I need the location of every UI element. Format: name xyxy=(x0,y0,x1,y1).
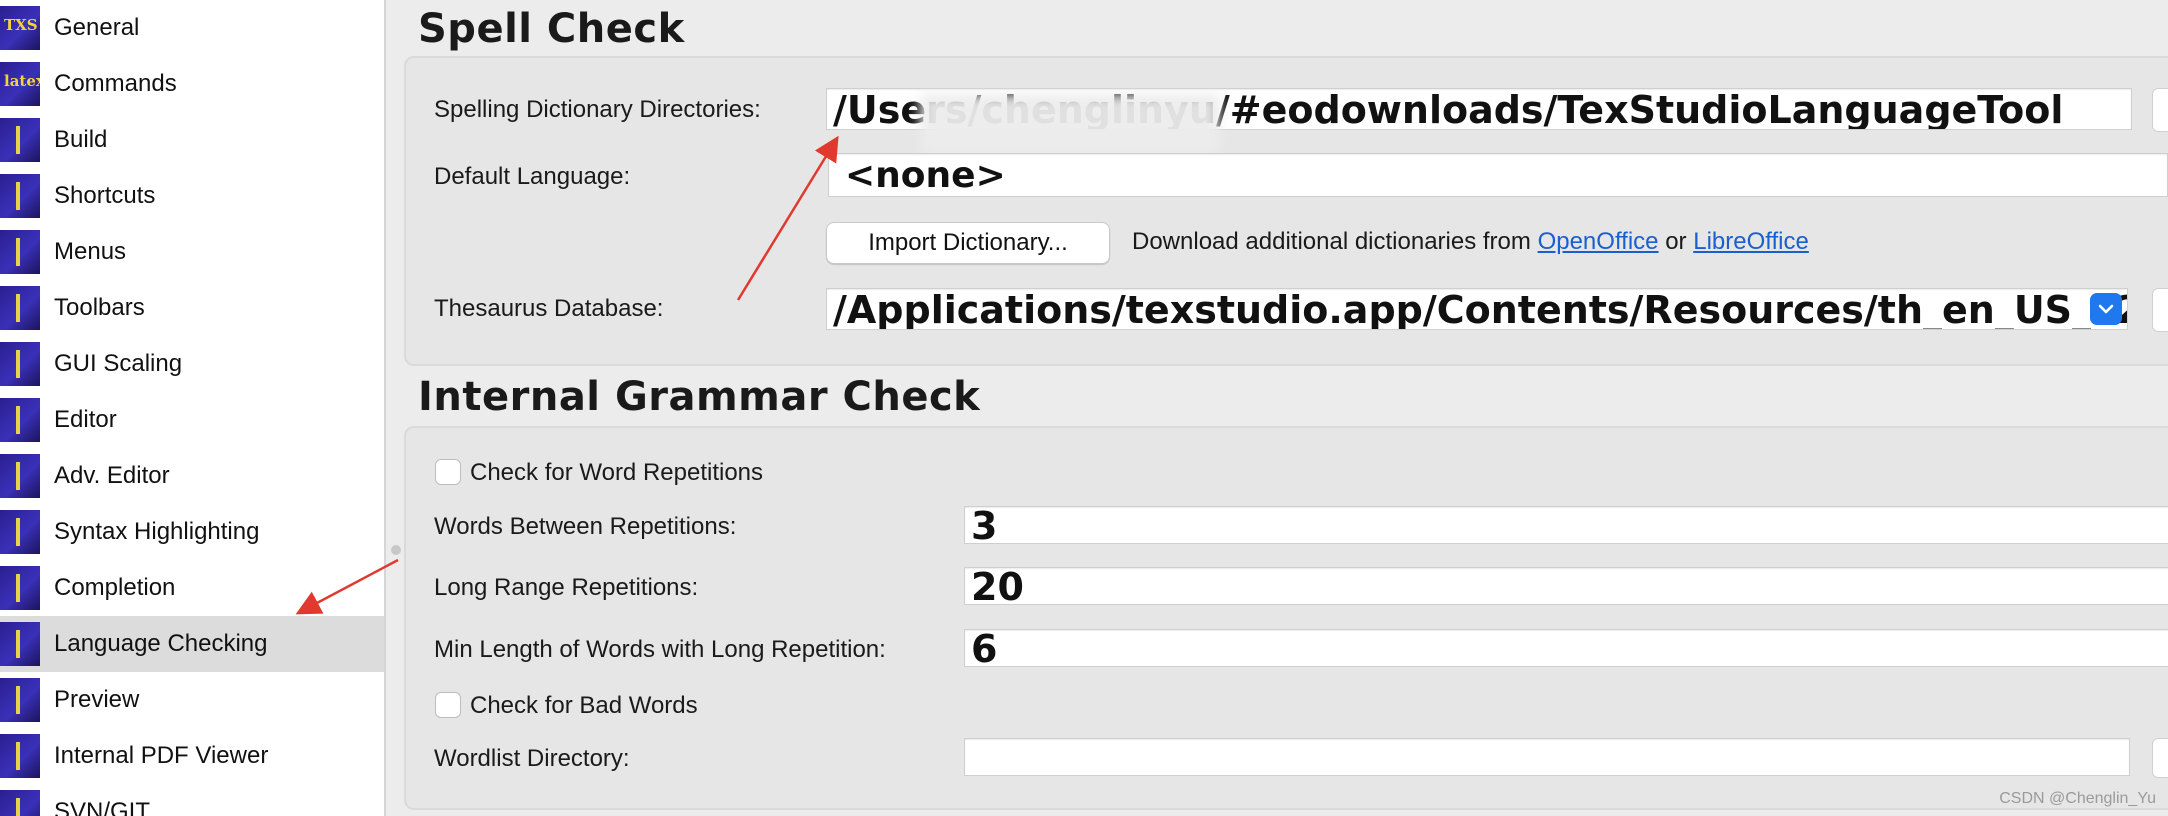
icon-mark xyxy=(16,182,20,210)
default-language-select[interactable]: <none> xyxy=(828,153,2168,197)
icon-mark xyxy=(16,238,20,266)
sidebar-item-label: Preview xyxy=(54,686,140,713)
sidebar-item-label: Build xyxy=(54,126,108,153)
libreoffice-link[interactable]: LibreOffice xyxy=(1693,228,1809,255)
language-icon xyxy=(0,622,40,666)
default-language-label: Default Language: xyxy=(434,163,631,190)
sidebar-item-label: General xyxy=(54,14,140,41)
menu-icon xyxy=(0,230,40,274)
editor-icon xyxy=(0,398,40,442)
settings-sidebar: TXS General latex Commands Build Shortcuts Men… xyxy=(0,0,386,816)
icon-mark xyxy=(16,406,20,434)
sidebar-item-svn-git[interactable]: SVN/GIT xyxy=(0,784,384,816)
check-repetitions-checkbox[interactable] xyxy=(435,459,461,485)
min-length-label: Min Length of Words with Long Repetition… xyxy=(434,636,886,663)
sidebar-item-commands[interactable]: latex Commands xyxy=(0,56,384,112)
wordlist-directory-label: Wordlist Directory: xyxy=(434,745,630,772)
check-repetitions-label: Check for Word Repetitions xyxy=(470,459,764,486)
sidebar-item-label: Language Checking xyxy=(54,630,268,657)
syntax-icon xyxy=(0,510,40,554)
min-length-input[interactable]: 6 xyxy=(964,629,2168,667)
sidebar-item-label: Shortcuts xyxy=(54,182,156,209)
sidebar-item-label: Adv. Editor xyxy=(54,462,170,489)
icon-mark xyxy=(16,462,20,490)
long-range-label: Long Range Repetitions: xyxy=(434,574,699,601)
sidebar-item-menus[interactable]: Menus xyxy=(0,224,384,280)
thesaurus-database-combo[interactable]: /Applications/texstudio.app/Contents/Res… xyxy=(826,288,2128,330)
icon-mark xyxy=(16,350,20,378)
check-bad-words-label: Check for Bad Words xyxy=(470,692,698,719)
latex-icon: latex xyxy=(0,62,40,106)
icon-mark xyxy=(16,518,20,546)
icon-mark xyxy=(16,742,20,770)
sidebar-item-label: GUI Scaling xyxy=(54,350,183,377)
sidebar-item-label: Toolbars xyxy=(54,294,145,321)
chevron-down-icon xyxy=(2098,304,2114,314)
sidebar-item-preview[interactable]: Preview xyxy=(0,672,384,728)
grammar-check-title: Internal Grammar Check xyxy=(418,374,981,420)
preview-icon xyxy=(0,678,40,722)
icon-mark xyxy=(16,574,20,602)
sidebar-item-label: Editor xyxy=(54,406,117,433)
sidebar-item-label: Internal PDF Viewer xyxy=(54,742,269,769)
sidebar-item-completion[interactable]: Completion xyxy=(0,560,384,616)
splitter-handle[interactable] xyxy=(391,545,401,555)
icon-mark xyxy=(16,294,20,322)
spell-check-title: Spell Check xyxy=(418,6,685,52)
sidebar-item-label: Syntax Highlighting xyxy=(54,518,260,545)
icon-glyph: TXS xyxy=(4,16,38,34)
sidebar-item-syntax-highlighting[interactable]: Syntax Highlighting xyxy=(0,504,384,560)
gui-scaling-icon xyxy=(0,342,40,386)
sidebar-item-general[interactable]: TXS General xyxy=(0,0,384,56)
download-dictionaries-text: Download additional dictionaries from Op… xyxy=(1132,228,1809,256)
openoffice-link[interactable]: OpenOffice xyxy=(1538,228,1659,255)
build-icon xyxy=(0,118,40,162)
sidebar-item-label: Menus xyxy=(54,238,127,265)
wordlist-directory-input[interactable] xyxy=(964,738,2130,776)
sidebar-item-build[interactable]: Build xyxy=(0,112,384,168)
icon-glyph: latex xyxy=(4,72,40,90)
sidebar-item-label: SVN/GIT xyxy=(54,798,151,816)
sidebar-item-label: Commands xyxy=(54,70,177,97)
dictionary-directories-label: Spelling Dictionary Directories: xyxy=(434,96,761,123)
redaction-blur xyxy=(920,94,1220,154)
icon-mark xyxy=(16,630,20,658)
words-between-input[interactable]: 3 xyxy=(964,506,2168,544)
sidebar-item-toolbars[interactable]: Toolbars xyxy=(0,280,384,336)
sidebar-item-internal-pdf-viewer[interactable]: Internal PDF Viewer xyxy=(0,728,384,784)
sidebar-item-language-checking[interactable]: Language Checking xyxy=(0,616,384,672)
words-between-label: Words Between Repetitions: xyxy=(434,513,737,540)
sidebar-item-adv-editor[interactable]: Adv. Editor xyxy=(0,448,384,504)
or-text: or xyxy=(1658,228,1694,255)
thesaurus-label: Thesaurus Database: xyxy=(434,295,664,322)
browse-dictionary-button[interactable] xyxy=(2152,88,2168,132)
icon-mark xyxy=(16,798,20,816)
svn-icon xyxy=(0,790,40,816)
download-prefix: Download additional dictionaries from xyxy=(1132,228,1538,255)
import-dictionary-button[interactable]: Import Dictionary... xyxy=(826,222,1110,264)
sidebar-item-gui-scaling[interactable]: GUI Scaling xyxy=(0,336,384,392)
completion-icon xyxy=(0,566,40,610)
sidebar-item-label: Completion xyxy=(54,574,176,601)
thesaurus-dropdown-button[interactable] xyxy=(2090,293,2122,325)
txs-icon: TXS xyxy=(0,6,40,50)
adv-editor-icon xyxy=(0,454,40,498)
sidebar-item-editor[interactable]: Editor xyxy=(0,392,384,448)
pdf-viewer-icon xyxy=(0,734,40,778)
watermark: CSDN @Chenglin_Yu xyxy=(1999,790,2156,807)
icon-mark xyxy=(16,686,20,714)
toolbar-icon xyxy=(0,286,40,330)
browse-wordlist-button[interactable] xyxy=(2152,738,2168,778)
keyboard-icon xyxy=(0,174,40,218)
long-range-input[interactable]: 20 xyxy=(964,567,2168,605)
browse-thesaurus-button[interactable] xyxy=(2152,288,2168,332)
icon-mark xyxy=(16,126,20,154)
check-bad-words-checkbox[interactable] xyxy=(435,692,461,718)
sidebar-item-shortcuts[interactable]: Shortcuts xyxy=(0,168,384,224)
